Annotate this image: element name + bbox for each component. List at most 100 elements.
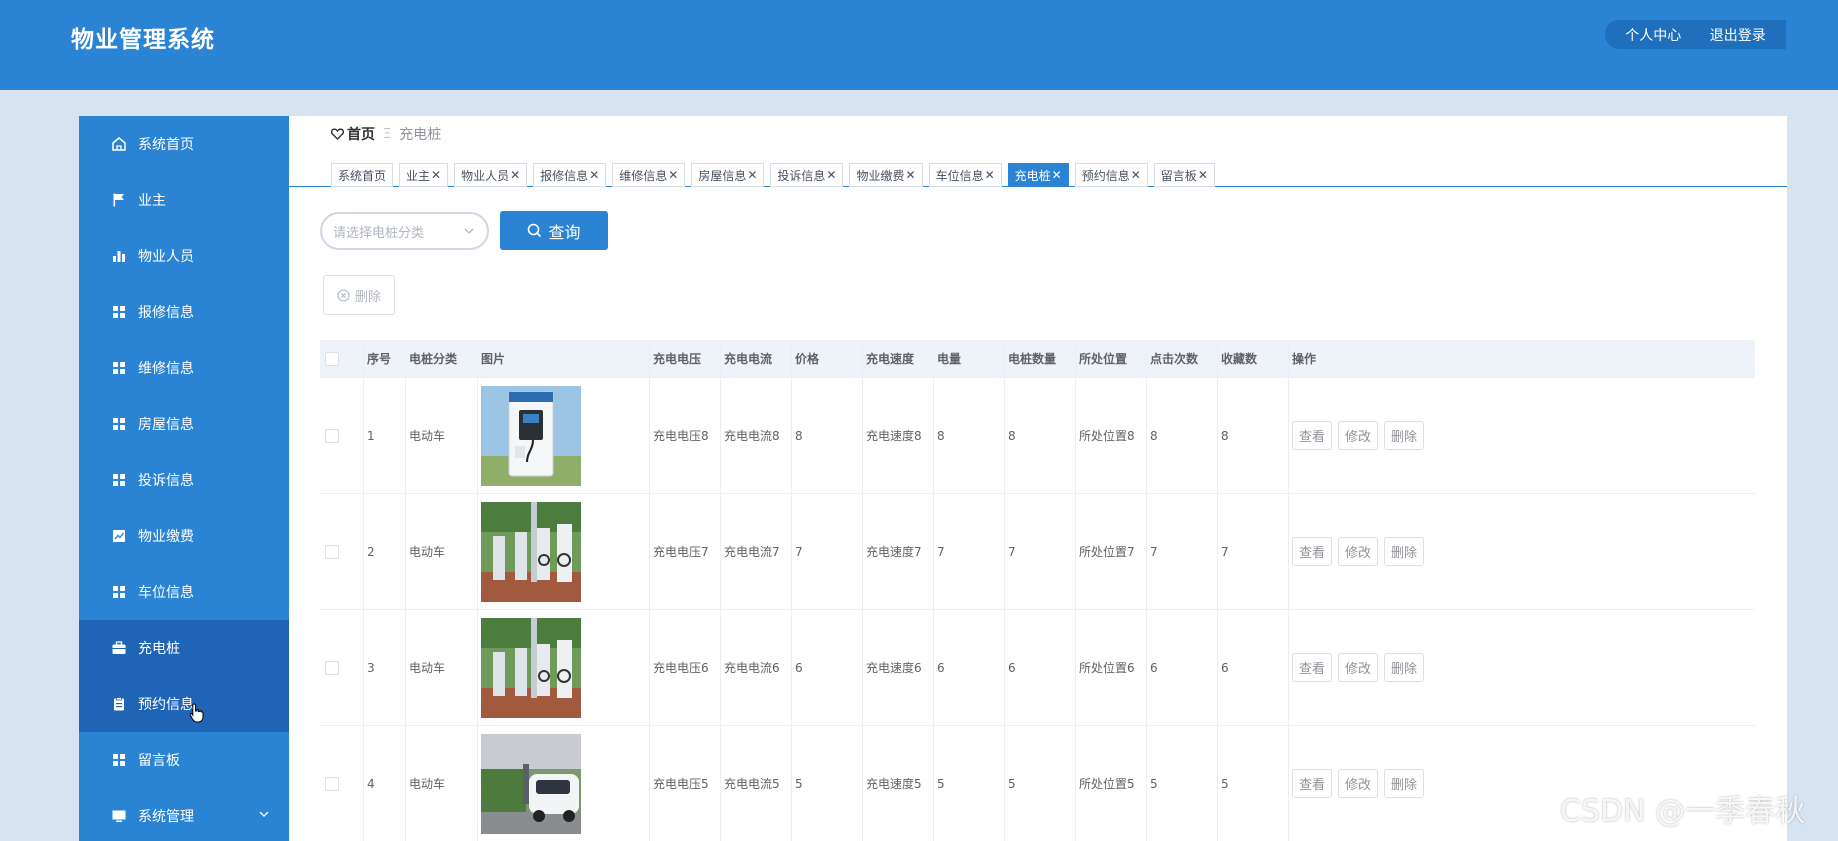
tags-view-bar: 系统首页 业主 ✕ 物业人员 ✕ 报修信息 ✕ 维修信息 ✕ 房屋信息 ✕ 投诉信息 ✕ 物业缴费 ✕ 车位信… bbox=[289, 159, 1787, 187]
edit-button[interactable]: 修改 bbox=[1338, 769, 1379, 798]
heart-icon bbox=[331, 128, 344, 140]
close-icon[interactable]: ✕ bbox=[1198, 168, 1208, 182]
close-icon[interactable]: ✕ bbox=[1052, 168, 1062, 182]
table-row: 1 电动车 充电电压8 充电电流8 8 充电速度8 8 8 所处位置8 8 8 查看 修改 删除 bbox=[320, 378, 1755, 494]
tab-tag-label: 房屋信息 bbox=[698, 168, 747, 183]
delete-button[interactable]: 删除 bbox=[1384, 653, 1425, 682]
delete-button[interactable]: 删除 bbox=[1384, 769, 1425, 798]
cell-category: 电动车 bbox=[406, 610, 478, 725]
row-checkbox-cell bbox=[320, 494, 364, 609]
sidebar-item-4[interactable]: 维修信息 bbox=[79, 340, 289, 396]
close-icon[interactable]: ✕ bbox=[510, 168, 520, 182]
query-button-label: 查询 bbox=[548, 222, 581, 242]
header-checkbox-cell bbox=[320, 340, 364, 377]
tab-tag[interactable]: 系统首页 bbox=[331, 163, 394, 187]
cell-speed: 充电速度5 bbox=[863, 726, 934, 841]
close-icon[interactable]: ✕ bbox=[1131, 168, 1141, 182]
batch-delete-button[interactable]: 删除 bbox=[323, 275, 395, 315]
cell-count: 6 bbox=[1005, 610, 1076, 725]
row-actions: 查看 修改 删除 bbox=[1289, 378, 1545, 493]
cell-favorites: 5 bbox=[1218, 726, 1289, 841]
row-checkbox[interactable] bbox=[325, 428, 339, 443]
query-button[interactable]: 查询 bbox=[500, 211, 608, 250]
tab-tag[interactable]: 留言板 ✕ bbox=[1153, 163, 1215, 187]
sidebar-item-11[interactable]: 留言板 bbox=[79, 732, 289, 788]
logout-link[interactable]: 退出登录 bbox=[1710, 25, 1766, 45]
row-checkbox[interactable] bbox=[325, 660, 339, 675]
column-header: 充电电流 bbox=[721, 340, 792, 377]
close-icon[interactable]: ✕ bbox=[826, 168, 836, 182]
cell-location: 所处位置8 bbox=[1076, 378, 1147, 493]
grid-icon bbox=[110, 472, 127, 489]
delete-button[interactable]: 删除 bbox=[1384, 537, 1425, 566]
line-chart-icon bbox=[110, 528, 127, 545]
edit-button[interactable]: 修改 bbox=[1338, 537, 1379, 566]
sidebar-item-8[interactable]: 车位信息 bbox=[79, 564, 289, 620]
sidebar-item-10[interactable]: 预约信息 bbox=[79, 676, 289, 732]
edit-button[interactable]: 修改 bbox=[1338, 421, 1379, 450]
sidebar-item-5[interactable]: 房屋信息 bbox=[79, 396, 289, 452]
cell-speed: 充电速度7 bbox=[863, 494, 934, 609]
category-select[interactable]: 请选择电桩分类 bbox=[320, 212, 489, 250]
tab-tag[interactable]: 业主 ✕ bbox=[399, 163, 449, 187]
cell-favorites: 6 bbox=[1218, 610, 1289, 725]
select-all-checkbox[interactable] bbox=[325, 351, 339, 366]
sidebar-item-0[interactable]: 系统首页 bbox=[79, 116, 289, 172]
edit-button[interactable]: 修改 bbox=[1338, 653, 1379, 682]
sidebar-item-label: 投诉信息 bbox=[138, 473, 194, 489]
tab-tag[interactable]: 物业人员 ✕ bbox=[454, 163, 528, 187]
monitor-icon bbox=[110, 808, 127, 825]
delete-button[interactable]: 删除 bbox=[1384, 421, 1425, 450]
charger-photo bbox=[478, 726, 650, 841]
tab-tag-label: 车位信息 bbox=[935, 168, 984, 183]
view-button[interactable]: 查看 bbox=[1292, 537, 1333, 566]
tab-tag-label: 物业人员 bbox=[461, 168, 510, 183]
close-icon[interactable]: ✕ bbox=[589, 168, 599, 182]
view-button[interactable]: 查看 bbox=[1292, 769, 1333, 798]
charger-photo bbox=[478, 494, 650, 609]
row-checkbox[interactable] bbox=[325, 776, 339, 791]
tab-tag[interactable]: 车位信息 ✕ bbox=[928, 163, 1002, 187]
cell-index: 3 bbox=[364, 610, 406, 725]
personal-center-link[interactable]: 个人中心 bbox=[1625, 25, 1681, 45]
breadcrumb-home[interactable]: 首页 bbox=[331, 124, 375, 144]
tab-tag[interactable]: 报修信息 ✕ bbox=[533, 163, 607, 187]
cell-current: 充电电流5 bbox=[721, 726, 792, 841]
search-icon bbox=[528, 223, 542, 238]
view-button[interactable]: 查看 bbox=[1292, 421, 1333, 450]
flag-icon bbox=[110, 192, 127, 209]
grid-icon bbox=[110, 584, 127, 601]
category-select-placeholder: 请选择电桩分类 bbox=[333, 225, 425, 241]
tab-tag-label: 系统首页 bbox=[338, 168, 387, 183]
tab-tag[interactable]: 房屋信息 ✕ bbox=[691, 163, 765, 187]
cell-favorites: 7 bbox=[1218, 494, 1289, 609]
grid-icon bbox=[110, 752, 127, 769]
sidebar-item-6[interactable]: 投诉信息 bbox=[79, 452, 289, 508]
sidebar-item-2[interactable]: 物业人员 bbox=[79, 228, 289, 284]
cell-price: 8 bbox=[792, 378, 863, 493]
close-icon[interactable]: ✕ bbox=[747, 168, 757, 182]
tab-tag[interactable]: 投诉信息 ✕ bbox=[770, 163, 844, 187]
row-checkbox[interactable] bbox=[325, 544, 339, 559]
close-icon[interactable]: ✕ bbox=[985, 168, 995, 182]
sidebar-item-3[interactable]: 报修信息 bbox=[79, 284, 289, 340]
tab-tag[interactable]: 充电桩 ✕ bbox=[1007, 163, 1069, 187]
cell-power: 5 bbox=[934, 726, 1005, 841]
sidebar: 系统首页 业主 物业人员 报修信息 维修信息 房屋信息投诉信息物业缴费 车位信息 充电桩 预约信… bbox=[79, 116, 289, 841]
tab-tag[interactable]: 预约信息 ✕ bbox=[1074, 163, 1148, 187]
cell-power: 6 bbox=[934, 610, 1005, 725]
sidebar-item-9[interactable]: 充电桩 bbox=[79, 620, 289, 676]
cell-location: 所处位置5 bbox=[1076, 726, 1147, 841]
view-button[interactable]: 查看 bbox=[1292, 653, 1333, 682]
tab-tag[interactable]: 物业缴费 ✕ bbox=[849, 163, 923, 187]
tab-tag-label: 报修信息 bbox=[540, 168, 589, 183]
column-header: 所处位置 bbox=[1076, 340, 1147, 377]
cell-speed: 充电速度8 bbox=[863, 378, 934, 493]
close-icon[interactable]: ✕ bbox=[431, 168, 441, 182]
sidebar-item-7[interactable]: 物业缴费 bbox=[79, 508, 289, 564]
sidebar-item-1[interactable]: 业主 bbox=[79, 172, 289, 228]
close-icon[interactable]: ✕ bbox=[906, 168, 916, 182]
tab-tag[interactable]: 维修信息 ✕ bbox=[612, 163, 686, 187]
sidebar-item-12[interactable]: 系统管理 bbox=[79, 788, 289, 841]
close-icon[interactable]: ✕ bbox=[668, 168, 678, 182]
